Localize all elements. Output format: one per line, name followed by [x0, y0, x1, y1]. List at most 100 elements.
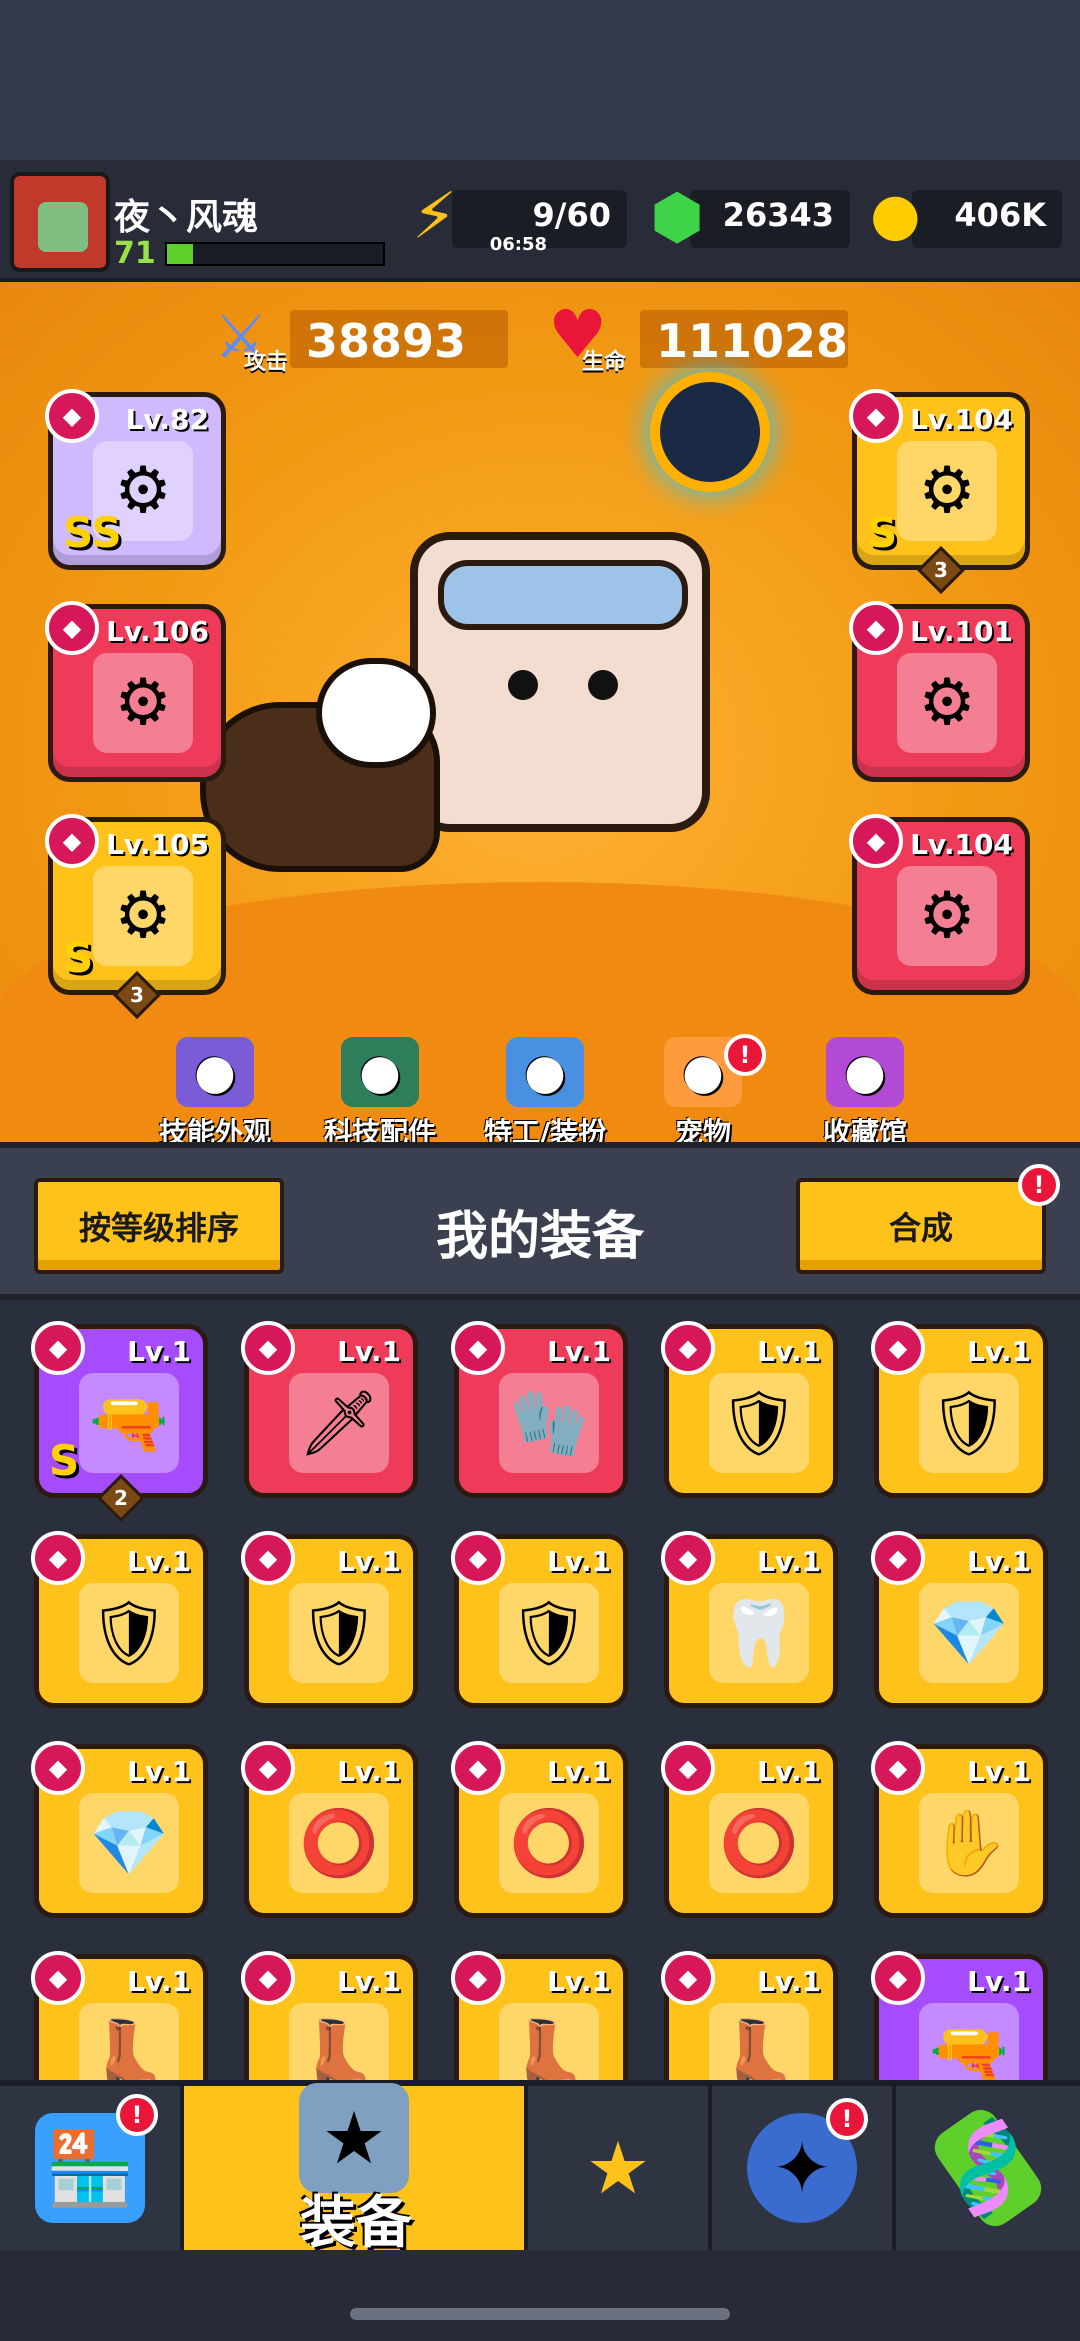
- equipped-slot[interactable]: ◆ ⚙ Lv.105 S 3: [45, 814, 226, 1020]
- item-level: Lv.1: [757, 1335, 821, 1368]
- item-level: Lv.1: [547, 1545, 611, 1578]
- equipment-panel-header: 按等级排序 我的装备 合成 !: [0, 1142, 1080, 1300]
- gems-value: 26343: [722, 196, 834, 234]
- equipment-art-icon: ⚙: [897, 653, 997, 753]
- dna-lab-icon: 🧬: [927, 2102, 1049, 2234]
- item-type-icon: ◆: [45, 814, 99, 868]
- inventory-item[interactable]: ◆ 🔫 Lv.1 S 2: [31, 1321, 208, 1523]
- item-star-count: 3: [130, 983, 144, 1007]
- inventory-item[interactable]: ◆ 👢 Lv.1: [451, 1951, 628, 2080]
- item-level: Lv.1: [757, 1965, 821, 1998]
- nav-tab-challenge[interactable]: ✦: [712, 2086, 896, 2250]
- inventory-item[interactable]: ◆ 🗡 Lv.1: [241, 1321, 418, 1498]
- player-level: 71: [114, 236, 156, 271]
- inventory-item[interactable]: ◆ 🧤 Lv.1: [451, 1321, 628, 1498]
- bottom-nav: 🏪 ! ★ 装备 ★ ✦ ! 🧬: [0, 2080, 1080, 2256]
- item-level: Lv.1: [757, 1755, 821, 1788]
- feature-collection[interactable]: ● 收藏馆: [790, 1037, 940, 1151]
- item-grade: S: [49, 1436, 80, 1485]
- skills-star-icon: ★: [585, 2126, 651, 2210]
- item-level: Lv.1: [337, 1545, 401, 1578]
- gem-icon[interactable]: ⬢: [650, 180, 722, 253]
- xp-fill: [167, 244, 193, 264]
- eagle-head: [316, 658, 436, 768]
- item-level: Lv.1: [547, 1965, 611, 1998]
- armor-icon: 🛡: [79, 1583, 179, 1683]
- item-type-icon: ◆: [451, 1951, 505, 2005]
- item-level: Lv.106: [106, 615, 209, 648]
- inventory-item[interactable]: ◆ 🛡 Lv.1: [451, 1531, 628, 1708]
- player-avatar[interactable]: [10, 172, 110, 272]
- inventory-item[interactable]: ◆ 🛡 Lv.1: [871, 1321, 1048, 1498]
- item-type-icon: ◆: [31, 1741, 85, 1795]
- inventory-item[interactable]: ◆ ⭕ Lv.1: [241, 1741, 418, 1918]
- item-level: Lv.101: [910, 615, 1013, 648]
- gem-necklace-icon: 💎: [79, 1793, 179, 1893]
- item-star-badge: 2: [96, 1473, 146, 1523]
- gear-staff-icon: [650, 372, 770, 492]
- inventory-item[interactable]: ◆ 👢 Lv.1: [661, 1951, 838, 2080]
- feature-skill-skin[interactable]: ● 技能外观: [140, 1037, 290, 1151]
- boot-icon: 👢: [709, 2003, 809, 2080]
- item-level: Lv.1: [547, 1335, 611, 1368]
- inventory-item[interactable]: ◆ 💎 Lv.1: [871, 1531, 1048, 1708]
- player-name: 夜丶风魂: [114, 197, 259, 238]
- gauntlet-icon: 🧤: [499, 1373, 599, 1473]
- inventory-item[interactable]: ◆ 🔫 Lv.1: [871, 1951, 1048, 2080]
- inventory-item[interactable]: ◆ 🦷 Lv.1: [661, 1531, 838, 1708]
- coins-value: 406K: [954, 196, 1046, 234]
- energy-value: 9/60: [532, 196, 611, 234]
- boot-icon: 👢: [499, 2003, 599, 2080]
- item-type-icon: ◆: [241, 1321, 295, 1375]
- energy-timer: 06:58: [489, 234, 547, 255]
- belt-icon: ⭕: [499, 1793, 599, 1893]
- coin-icon[interactable]: ●: [870, 180, 942, 252]
- home-indicator[interactable]: [350, 2308, 730, 2320]
- merge-button[interactable]: 合成: [796, 1178, 1046, 1274]
- inventory-item[interactable]: ◆ ⭕ Lv.1: [451, 1741, 628, 1918]
- equipment-icon: ★: [299, 2083, 409, 2193]
- inventory-item[interactable]: ◆ 👢 Lv.1: [31, 1951, 208, 2080]
- inventory-item[interactable]: ◆ 👢 Lv.1: [241, 1951, 418, 2080]
- equipped-slot[interactable]: ◆ ⚙ Lv.106: [45, 601, 226, 782]
- item-level: Lv.1: [127, 1545, 191, 1578]
- nav-tab-skills[interactable]: ★: [528, 2086, 712, 2250]
- equipped-slot[interactable]: ◆ ⚙ Lv.101: [849, 601, 1030, 782]
- equipment-art-icon: ⚙: [897, 441, 997, 541]
- kunai-icon: 🗡: [289, 1373, 389, 1473]
- item-type-icon: ◆: [661, 1321, 715, 1375]
- item-level: Lv.1: [337, 1965, 401, 1998]
- item-type-icon: ◆: [871, 1321, 925, 1375]
- equipped-slot[interactable]: ◆ ⚙ Lv.104: [849, 814, 1030, 995]
- energy-bolt-icon[interactable]: ⚡: [412, 180, 484, 254]
- inventory-item[interactable]: ◆ ⭕ Lv.1: [661, 1741, 838, 1918]
- item-type-icon: ◆: [241, 1531, 295, 1585]
- item-type-icon: ◆: [31, 1531, 85, 1585]
- inventory-item[interactable]: ◆ 💎 Lv.1: [31, 1741, 208, 1918]
- item-type-icon: ◆: [849, 601, 903, 655]
- hp-label: 生命: [582, 350, 627, 375]
- item-level: Lv.1: [127, 1965, 191, 1998]
- blaster-icon: 🔫: [79, 1373, 179, 1473]
- equipped-slot[interactable]: ◆ ⚙ Lv.82 SS: [45, 389, 226, 570]
- item-grade: SS: [63, 508, 122, 557]
- armor-icon: 🛡: [499, 1583, 599, 1683]
- hero-character: [410, 532, 710, 832]
- inventory-item[interactable]: ◆ 🛡 Lv.1: [241, 1531, 418, 1708]
- hp-value: 111028: [640, 310, 848, 368]
- item-type-icon: ◆: [661, 1951, 715, 2005]
- inventory-item[interactable]: ◆ 🛡 Lv.1: [661, 1321, 838, 1498]
- item-level: Lv.1: [757, 1545, 821, 1578]
- item-level: Lv.1: [967, 1545, 1031, 1578]
- armor-icon: 🛡: [919, 1373, 1019, 1473]
- feature-agent-costume[interactable]: ● 特工/装扮: [470, 1037, 620, 1151]
- inventory-item[interactable]: ◆ ✋ Lv.1: [871, 1741, 1048, 1918]
- nav-tab-lab[interactable]: 🧬: [896, 2086, 1080, 2250]
- item-level: Lv.1: [547, 1755, 611, 1788]
- belt-icon: ⭕: [709, 1793, 809, 1893]
- feature-tech-part[interactable]: ● 科技配件: [305, 1037, 455, 1151]
- inventory-item[interactable]: ◆ 🛡 Lv.1: [31, 1531, 208, 1708]
- equipped-slot[interactable]: ◆ ⚙ Lv.104 S 3: [849, 389, 1030, 595]
- rifle-icon: 🔫: [919, 2003, 1019, 2080]
- item-type-icon: ◆: [661, 1741, 715, 1795]
